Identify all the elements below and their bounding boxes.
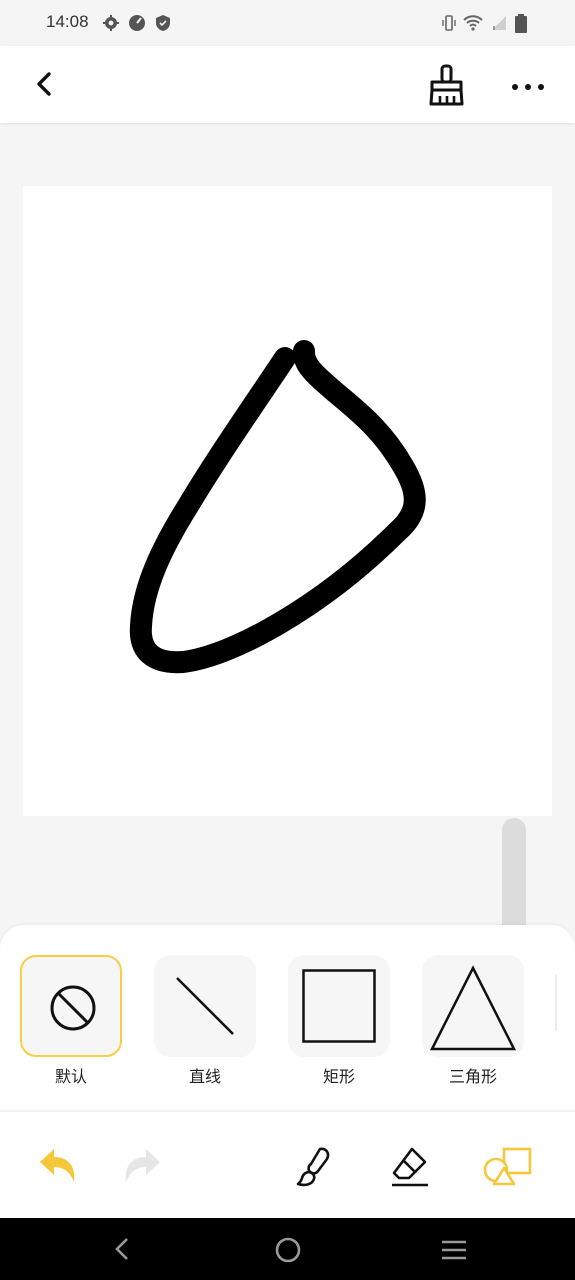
- shapes-icon[interactable]: [482, 1146, 532, 1188]
- freehand-stroke: [129, 340, 426, 674]
- app-bar: [0, 46, 575, 123]
- shield-icon: [154, 14, 172, 32]
- shape-option-rect[interactable]: [288, 955, 390, 1057]
- no-shape-icon: [50, 985, 96, 1031]
- battery-icon: [515, 14, 533, 33]
- shape-option-line[interactable]: [154, 955, 256, 1057]
- vibrate-icon: [440, 14, 458, 32]
- shape-label-default: 默认: [54, 1067, 87, 1086]
- brush-icon[interactable]: [296, 1146, 332, 1188]
- shape-option-default[interactable]: [20, 955, 122, 1057]
- shape-label-line: 直线: [188, 1067, 221, 1086]
- shape-option-triangle[interactable]: [422, 955, 524, 1057]
- nav-recents-icon[interactable]: [440, 1238, 468, 1262]
- wifi-icon: [463, 14, 483, 32]
- data-saver-icon: [128, 14, 146, 32]
- undo-icon[interactable]: [38, 1146, 80, 1186]
- drawing-canvas[interactable]: [23, 186, 552, 816]
- nav-back-icon[interactable]: [110, 1236, 136, 1262]
- nav-home-icon[interactable]: [274, 1236, 302, 1264]
- broom-clear-icon[interactable]: [426, 64, 468, 108]
- line-icon: [174, 975, 236, 1037]
- scroll-handle[interactable]: [502, 818, 526, 938]
- status-bar: 14:08: [0, 0, 575, 46]
- back-arrow-icon[interactable]: [32, 70, 58, 98]
- panel-divider: [0, 1110, 575, 1112]
- signal-icon: [490, 14, 508, 32]
- shape-label-rect: 矩形: [322, 1067, 355, 1086]
- status-time: 14:08: [46, 12, 89, 31]
- eraser-icon[interactable]: [390, 1146, 430, 1188]
- triangle-icon: [429, 965, 517, 1051]
- more-options-icon[interactable]: [510, 78, 546, 90]
- rectangle-icon: [302, 969, 376, 1043]
- next-tile-edge: [555, 975, 557, 1031]
- system-nav-bar: [0, 1218, 575, 1280]
- redo-icon[interactable]: [120, 1146, 162, 1186]
- shape-label-triangle: 三角形: [448, 1067, 497, 1086]
- settings-icon: [102, 14, 120, 32]
